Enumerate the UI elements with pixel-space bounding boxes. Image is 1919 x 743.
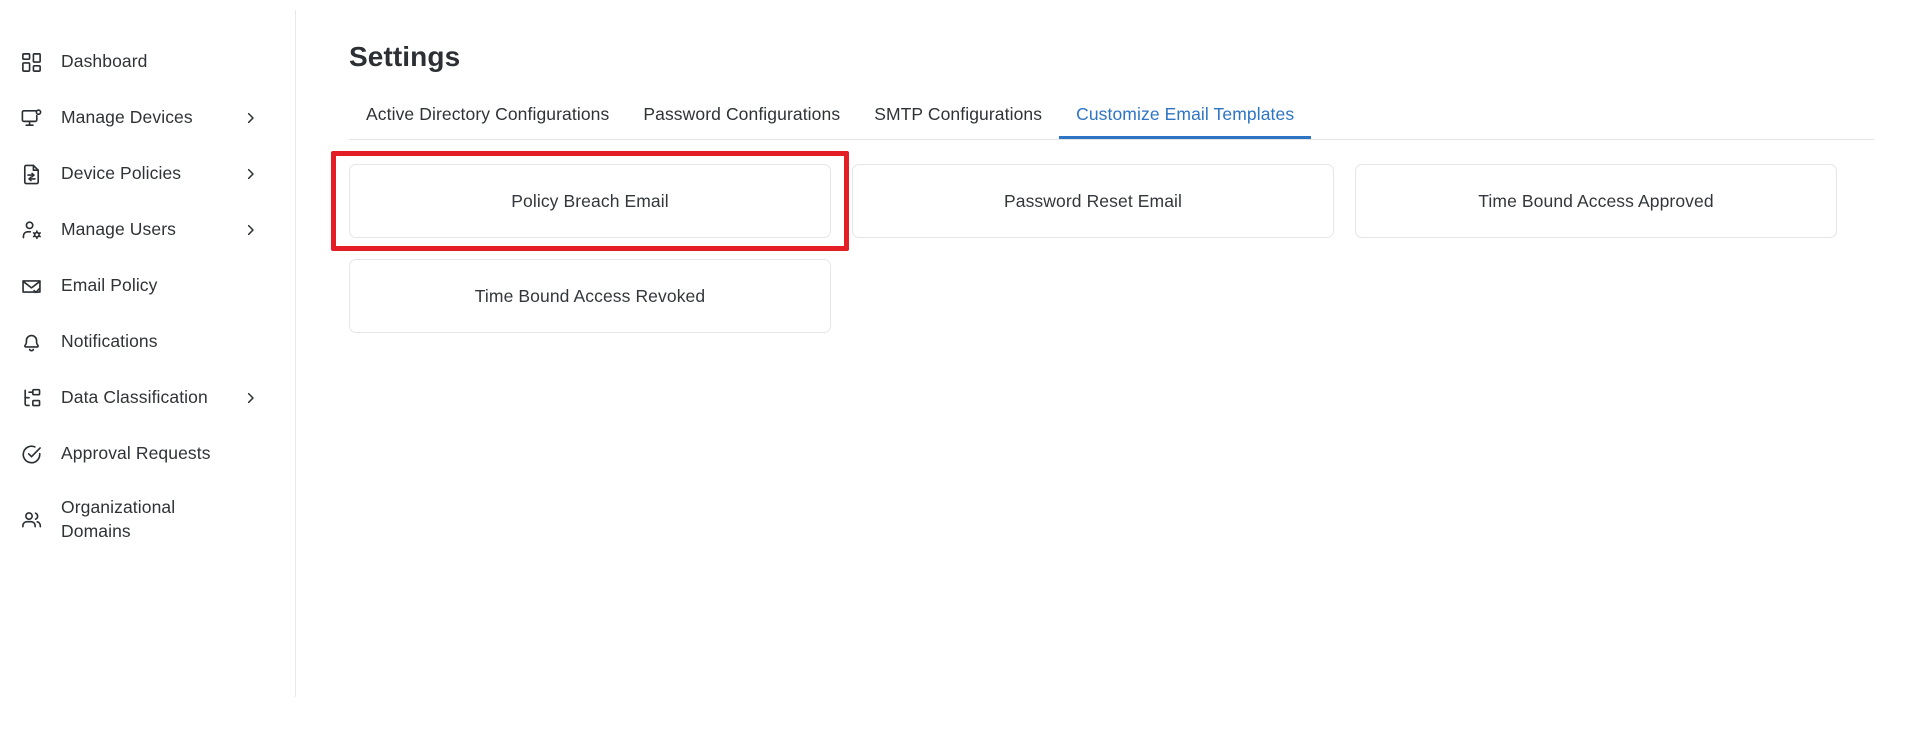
check-circle-icon: [14, 440, 48, 468]
main-content: Settings Active Directory Configurations…: [296, 0, 1919, 743]
card-label: Time Bound Access Approved: [1478, 190, 1714, 211]
users-group-icon: [14, 506, 48, 534]
tabs-container: Active Directory Configurations Password…: [349, 104, 1874, 140]
email-template-card-time-bound-access-revoked[interactable]: Time Bound Access Revoked: [349, 259, 831, 333]
card-slot-policy-breach-email: Policy Breach Email: [331, 151, 849, 251]
sidebar-item-notifications[interactable]: Notifications: [0, 314, 296, 370]
email-template-card-policy-breach-email[interactable]: Policy Breach Email: [349, 164, 831, 238]
chevron-right-icon[interactable]: [243, 167, 258, 182]
card-slot-password-reset-email: Password Reset Email: [852, 164, 1334, 238]
card-label: Policy Breach Email: [511, 190, 669, 211]
tab-password-configurations[interactable]: Password Configurations: [626, 104, 857, 138]
tab-active-directory-configurations[interactable]: Active Directory Configurations: [349, 104, 626, 138]
sidebar-item-label: Manage Devices: [61, 107, 193, 128]
sidebar-item-device-policies[interactable]: Device Policies: [0, 146, 296, 202]
sidebar-item-label: Email Policy: [61, 275, 158, 296]
chevron-right-icon[interactable]: [243, 223, 258, 238]
bell-icon: [14, 328, 48, 356]
tab-smtp-configurations[interactable]: SMTP Configurations: [857, 104, 1059, 138]
chevron-right-icon[interactable]: [243, 391, 258, 406]
sidebar-item-manage-devices[interactable]: Manage Devices: [0, 90, 296, 146]
card-label: Password Reset Email: [1003, 190, 1183, 211]
page-title: Settings: [349, 41, 461, 72]
settings-page: Dashboard Manage Devices Device Policies…: [0, 0, 1919, 743]
sidebar-item-approval-requests[interactable]: Approval Requests: [0, 426, 296, 482]
hierarchy-tree-icon: [14, 384, 48, 412]
email-template-card-time-bound-access-approved[interactable]: Time Bound Access Approved: [1355, 164, 1837, 238]
email-template-card-password-reset-email[interactable]: Password Reset Email: [852, 164, 1334, 238]
sidebar-item-label: Organizational Domains: [61, 497, 176, 541]
sidebar-item-email-policy[interactable]: Email Policy: [0, 258, 296, 314]
document-policy-icon: [14, 160, 48, 188]
envelope-check-icon: [14, 272, 48, 300]
sidebar-item-manage-users[interactable]: Manage Users: [0, 202, 296, 258]
sidebar-item-label: Manage Users: [61, 219, 177, 240]
tab-customize-email-templates[interactable]: Customize Email Templates: [1059, 104, 1312, 140]
sidebar-item-data-classification[interactable]: Data Classification: [0, 370, 296, 426]
tab-list: Active Directory Configurations Password…: [349, 104, 1874, 140]
sidebar-item-label: Approval Requests: [61, 443, 211, 464]
sidebar-item-label: Device Policies: [61, 163, 182, 184]
monitor-device-icon: [14, 104, 48, 132]
tab-bottom-divider: [349, 139, 1874, 140]
sidebar-item-label: Dashboard: [61, 51, 148, 72]
email-template-card-grid: Policy Breach Email Password Reset Email…: [331, 151, 1869, 333]
card-slot-time-bound-access-revoked: Time Bound Access Revoked: [349, 259, 831, 333]
sidebar-item-dashboard[interactable]: Dashboard: [0, 34, 296, 90]
card-slot-time-bound-access-approved: Time Bound Access Approved: [1355, 164, 1837, 238]
sidebar-item-label: Notifications: [61, 331, 158, 352]
card-label: Time Bound Access Revoked: [474, 285, 706, 306]
sidebar-item-organizational-domains[interactable]: Organizational Domains: [0, 482, 296, 558]
sidebar-item-label: Data Classification: [61, 387, 208, 408]
sidebar-navigation: Dashboard Manage Devices Device Policies…: [0, 0, 296, 743]
user-gear-icon: [14, 216, 48, 244]
dashboard-grid-icon: [14, 48, 48, 76]
chevron-right-icon[interactable]: [243, 111, 258, 126]
